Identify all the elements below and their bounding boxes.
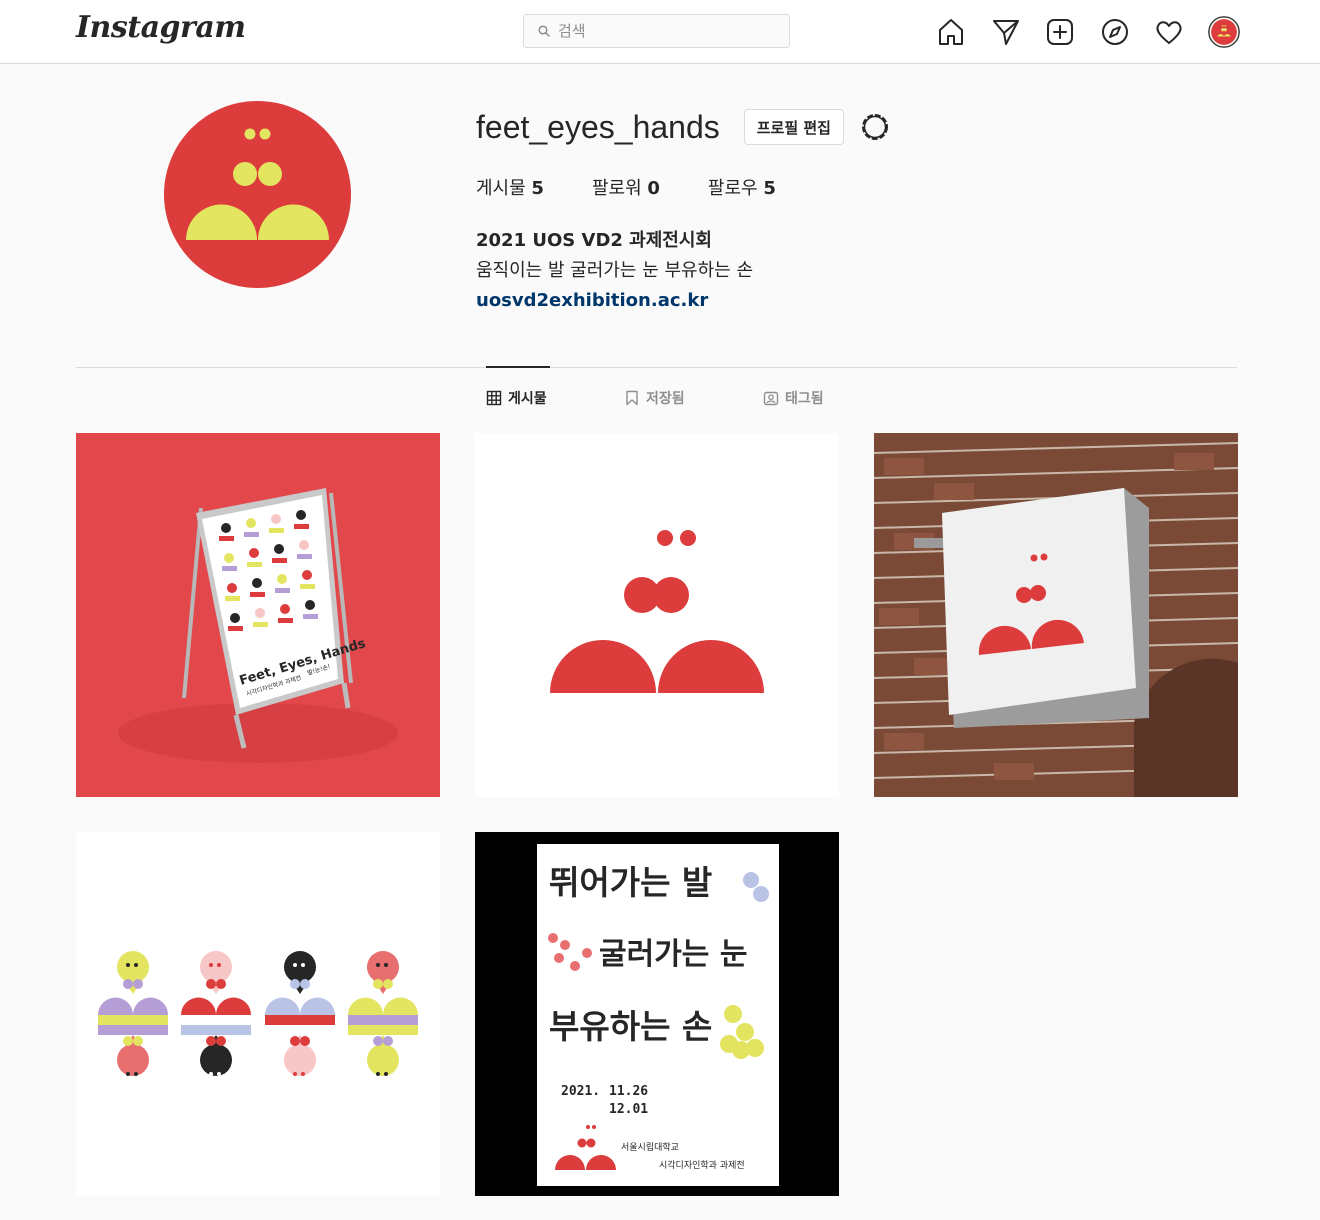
tab-posts[interactable]: 게시물 — [486, 388, 547, 408]
profile-avatar-icon[interactable] — [1206, 14, 1242, 50]
poster-date-2: 12.01 — [609, 1102, 648, 1117]
nav-icons — [933, 14, 1242, 50]
poster-year: 2021. — [561, 1084, 600, 1099]
bookmark-icon — [626, 390, 638, 406]
home-icon[interactable] — [933, 14, 969, 50]
edit-profile-button[interactable]: 프로필 편집 — [743, 109, 844, 145]
poster-line-3: 부유하는 손 — [549, 1007, 712, 1046]
post-tile-3[interactable] — [874, 433, 1238, 797]
instagram-logo[interactable]: Instagram — [76, 10, 246, 45]
active-tab-indicator — [486, 366, 550, 368]
stat-followers[interactable]: 팔로워 0 — [592, 174, 660, 200]
poster-org-1: 서울시립대학교 — [621, 1142, 679, 1153]
stat-following[interactable]: 팔로우 5 — [708, 174, 776, 200]
poster-org-2: 시각디자인학과 과제전 — [659, 1159, 745, 1171]
grid-icon — [486, 390, 502, 406]
stat-posts: 게시물 5 — [476, 178, 544, 199]
bio-name: 2021 UOS VD2 과제전시회 — [476, 230, 712, 251]
tabs-divider — [76, 367, 1237, 368]
tag-person-icon — [763, 391, 779, 406]
profile-picture[interactable] — [164, 101, 351, 288]
poster-line-1: 뛰어가는 발 — [549, 863, 712, 902]
bio-text: 움직이는 발 굴러가는 눈 부유하는 손 — [476, 260, 754, 281]
poster-line-2: 굴러가는 눈 — [599, 937, 747, 972]
profile-bio: 2021 UOS VD2 과제전시회 움직이는 발 굴러가는 눈 부유하는 손 … — [476, 226, 753, 316]
profile-tabs: 게시물 저장됨 태그됨 — [0, 388, 1320, 412]
post-tile-1[interactable]: Feet, Eyes, Hands 시각디자인학과 과제전 발!눈!손! — [76, 433, 440, 797]
profile-header: feet_eyes_hands 프로필 편집 — [476, 103, 892, 151]
profile-username: feet_eyes_hands — [476, 108, 720, 145]
tab-posts-label: 게시물 — [508, 391, 547, 407]
search-box[interactable] — [523, 14, 790, 48]
top-navigation-bar: Instagram — [0, 0, 1320, 64]
direct-message-icon[interactable] — [988, 14, 1024, 50]
new-post-icon[interactable] — [1042, 14, 1078, 50]
bio-link[interactable]: uosvd2exhibition.ac.kr — [476, 290, 708, 311]
tab-saved-label: 저장됨 — [646, 391, 685, 407]
tab-tagged[interactable]: 태그됨 — [763, 388, 824, 408]
tab-saved[interactable]: 저장됨 — [624, 388, 685, 408]
explore-compass-icon[interactable] — [1097, 14, 1133, 50]
profile-stats: 게시물 5 팔로워 0 팔로우 5 — [476, 174, 824, 200]
post-tile-4[interactable] — [76, 832, 440, 1196]
heart-activity-icon[interactable] — [1151, 14, 1187, 50]
post-tile-2[interactable] — [475, 433, 839, 797]
search-input[interactable] — [558, 22, 758, 40]
poster-date-1: 11.26 — [609, 1084, 648, 1099]
settings-gear-icon[interactable] — [858, 110, 892, 144]
search-icon — [538, 25, 550, 37]
tab-tagged-label: 태그됨 — [785, 391, 824, 407]
post-tile-5[interactable]: 뛰어가는 발 굴러가는 눈 부유하는 손 2021. 11.26 12.01 서… — [475, 832, 839, 1196]
